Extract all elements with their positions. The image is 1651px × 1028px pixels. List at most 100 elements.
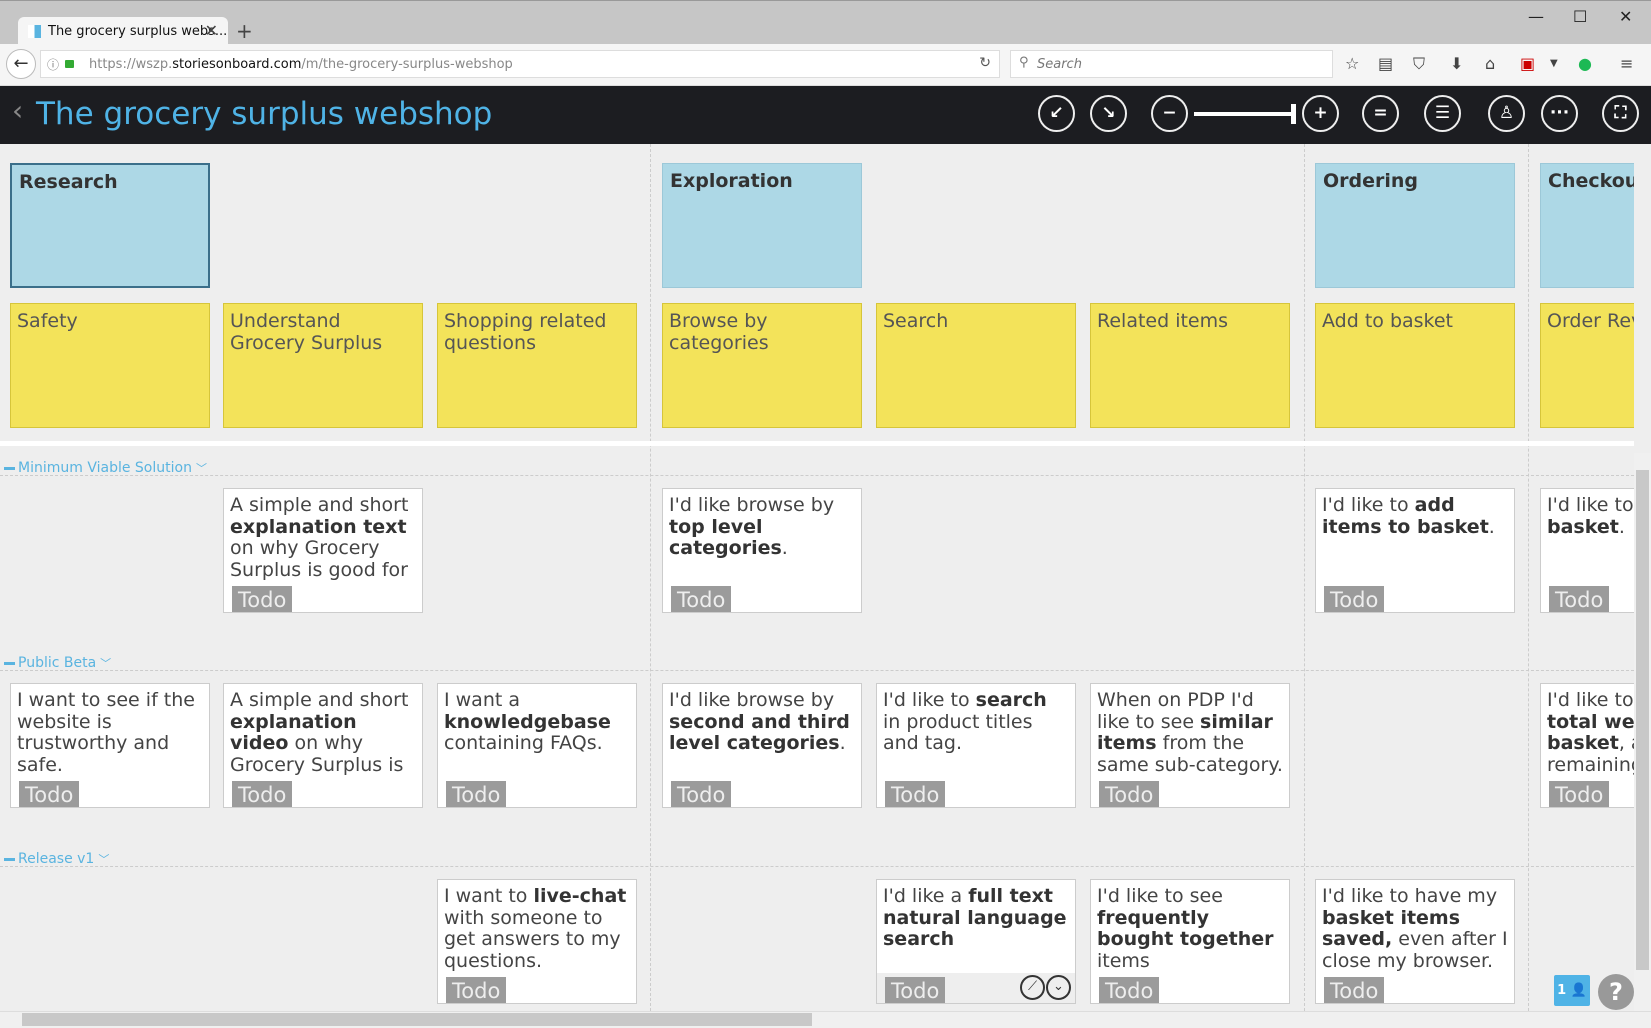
url-bar[interactable]: ⓘ https://wszp.storiesonboard.com/m/the-g… xyxy=(40,50,1000,78)
story-card[interactable]: When on PDP I'd like to see similar item… xyxy=(1090,683,1290,808)
pocket-icon[interactable]: ⛉ xyxy=(1413,54,1425,74)
home-icon[interactable]: ⌂ xyxy=(1485,54,1495,73)
edit-icon[interactable]: ⟋ xyxy=(1020,975,1045,1000)
story-card[interactable]: I'd like to have my basket items saved, … xyxy=(1315,879,1515,1004)
zoom-slider[interactable] xyxy=(1194,112,1294,116)
search-input[interactable]: ⚲ Search xyxy=(1010,50,1333,78)
status-badge[interactable]: Todo xyxy=(1324,977,1385,1003)
browser-nav-bar: ← ⓘ https://wszp.storiesonboard.com/m/the… xyxy=(0,44,1651,86)
search-icon: ⚲ xyxy=(1019,55,1029,70)
user-icon[interactable]: ♙ xyxy=(1488,95,1525,132)
close-window-button[interactable]: ✕ xyxy=(1619,7,1632,26)
close-tab-icon[interactable]: ✕ xyxy=(205,21,218,40)
story-card[interactable]: I'd like to see frequently bought togeth… xyxy=(1090,879,1290,1004)
story-card[interactable]: A simple and short explanation video on … xyxy=(223,683,423,808)
bookmark-star-icon[interactable]: ☆ xyxy=(1345,54,1359,73)
expand-card-icon[interactable]: ⌄ xyxy=(1046,975,1071,1000)
status-badge[interactable]: Todo xyxy=(446,977,507,1003)
story-card[interactable]: I want to see if the website is trustwor… xyxy=(10,683,210,808)
browser-tab[interactable]: The grocery surplus webs... ✕ xyxy=(18,17,228,45)
status-badge[interactable]: Todo xyxy=(1549,781,1610,807)
column-separator xyxy=(1304,144,1305,1011)
board-divider xyxy=(0,441,1634,446)
vertical-scrollbar-thumb[interactable] xyxy=(1636,470,1649,970)
back-chevron-icon[interactable]: ‹ xyxy=(12,94,23,127)
story-card[interactable]: I'd like to add items to basket. Todo xyxy=(1315,488,1515,613)
release-divider xyxy=(0,866,1634,867)
activity-card[interactable]: Add to basket xyxy=(1315,303,1515,428)
collapse-release-icon[interactable] xyxy=(4,857,15,861)
activity-card[interactable]: Understand Grocery Surplus xyxy=(223,303,423,428)
epic-card[interactable]: Checkout xyxy=(1540,163,1634,288)
zoom-slider-handle[interactable] xyxy=(1291,104,1296,124)
story-card[interactable]: I'd like browse by second and third leve… xyxy=(662,683,862,808)
release-header[interactable]: Minimum Viable Solution ﹀ xyxy=(4,460,207,476)
new-tab-button[interactable]: + xyxy=(236,19,253,43)
story-text: A simple and short explanation text on w… xyxy=(224,489,422,583)
more-icon[interactable]: ··· xyxy=(1541,95,1578,132)
status-badge[interactable]: Todo xyxy=(232,781,293,807)
activity-card[interactable]: Safety xyxy=(10,303,210,428)
story-card[interactable]: I'd like a full text natural language se… xyxy=(876,879,1076,1004)
status-badge[interactable]: Todo xyxy=(232,586,293,612)
horizontal-scrollbar-thumb[interactable] xyxy=(22,1013,812,1026)
epic-card[interactable]: Research xyxy=(10,163,210,288)
epic-card[interactable]: Ordering xyxy=(1315,163,1515,288)
story-card[interactable]: I want a knowledgebase containing FAQs. T… xyxy=(437,683,637,808)
zoom-in-icon[interactable]: + xyxy=(1302,95,1339,132)
status-badge[interactable]: Todo xyxy=(671,781,732,807)
column-separator xyxy=(650,144,651,1011)
notes-list-icon[interactable]: ☰ xyxy=(1424,95,1461,132)
dropdown-arrow-icon[interactable]: ▼ xyxy=(1550,58,1558,69)
maximize-button[interactable]: ☐ xyxy=(1573,7,1587,26)
zoom-out-icon[interactable]: − xyxy=(1151,95,1188,132)
activity-card[interactable]: Order Review xyxy=(1540,303,1634,428)
status-badge[interactable]: Todo xyxy=(1549,586,1610,612)
status-badge[interactable]: Todo xyxy=(885,977,946,1003)
release-header[interactable]: Release v1 ﹀ xyxy=(4,851,109,867)
url-prefix: https://wszp. xyxy=(89,57,173,72)
pdf-icon[interactable]: ▣ xyxy=(1520,54,1535,73)
chevron-down-icon[interactable]: ﹀ xyxy=(98,853,109,866)
activity-card[interactable]: Shopping related questions xyxy=(437,303,637,428)
story-card[interactable]: I'd like to s total weig basket, ar rema… xyxy=(1540,683,1634,808)
minimize-button[interactable]: — xyxy=(1528,7,1544,26)
back-button[interactable]: ← xyxy=(6,49,36,79)
status-badge[interactable]: Todo xyxy=(446,781,507,807)
reload-icon[interactable]: ↻ xyxy=(979,55,991,71)
story-card[interactable]: I'd like to r basket. Todo xyxy=(1540,488,1634,613)
story-card[interactable]: I want to live-chat with someone to get … xyxy=(437,879,637,1004)
status-badge[interactable]: Todo xyxy=(1099,781,1160,807)
story-card[interactable]: I'd like to search in product titles and… xyxy=(876,683,1076,808)
download-icon[interactable]: ⬇ xyxy=(1450,54,1463,73)
collapse-release-icon[interactable] xyxy=(4,466,15,470)
activity-card[interactable]: Related items xyxy=(1090,303,1290,428)
collapse-release-icon[interactable] xyxy=(4,661,15,665)
equals-icon[interactable]: = xyxy=(1362,95,1399,132)
status-badge[interactable]: Todo xyxy=(671,586,732,612)
activity-card[interactable]: Search xyxy=(876,303,1076,428)
status-badge[interactable]: Todo xyxy=(19,781,80,807)
info-icon[interactable]: ⓘ xyxy=(47,56,59,73)
story-text-segment: . xyxy=(1488,515,1495,538)
epic-card[interactable]: Exploration xyxy=(662,163,862,288)
collapse-icon[interactable]: ↙ xyxy=(1038,95,1075,132)
online-users-badge[interactable]: 1 👤 xyxy=(1554,975,1590,1006)
status-badge[interactable]: Todo xyxy=(1099,977,1160,1003)
release-name: Release v1 xyxy=(18,851,95,867)
expand-icon[interactable]: ↘ xyxy=(1090,95,1127,132)
chevron-down-icon[interactable]: ﹀ xyxy=(196,462,207,475)
release-header[interactable]: Public Beta ﹀ xyxy=(4,655,111,671)
chevron-down-icon[interactable]: ﹀ xyxy=(100,657,111,670)
help-button[interactable]: ? xyxy=(1598,974,1634,1010)
reader-list-icon[interactable]: ▤ xyxy=(1378,54,1393,73)
grammarly-icon[interactable]: ● xyxy=(1578,54,1592,73)
story-card[interactable]: I'd like browse by top level categories.… xyxy=(662,488,862,613)
menu-icon[interactable]: ≡ xyxy=(1620,54,1633,73)
fullscreen-icon[interactable]: ⛶ xyxy=(1602,95,1639,132)
story-text-segment: . xyxy=(781,537,788,560)
status-badge[interactable]: Todo xyxy=(885,781,946,807)
status-badge[interactable]: Todo xyxy=(1324,586,1385,612)
activity-card[interactable]: Browse by categories xyxy=(662,303,862,428)
story-card[interactable]: A simple and short explanation text on w… xyxy=(223,488,423,613)
